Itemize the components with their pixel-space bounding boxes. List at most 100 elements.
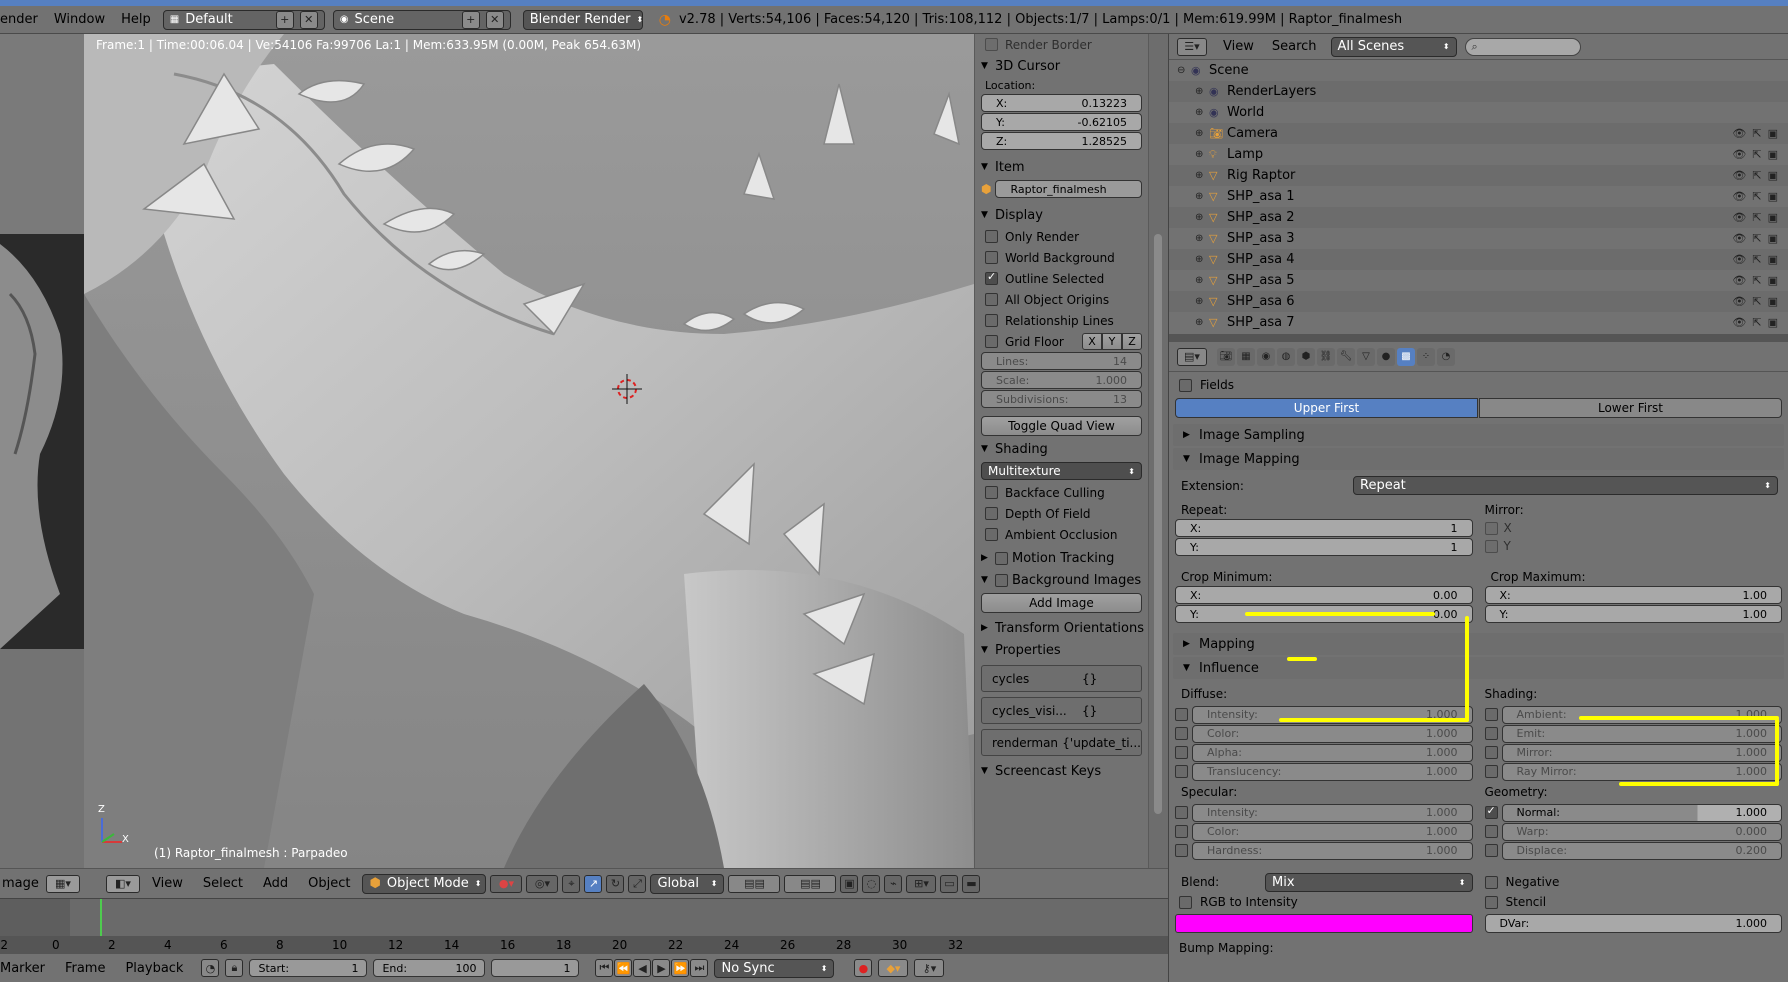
- expand-toggle-icon[interactable]: ⊕: [1195, 212, 1209, 223]
- all-origins-row[interactable]: All Object Origins: [975, 289, 1148, 310]
- editor-type-icon[interactable]: ◧▾: [106, 874, 140, 893]
- restrict-toggle-icon[interactable]: ⇱: [1752, 253, 1761, 266]
- restrict-toggle-icon[interactable]: ▣: [1768, 190, 1778, 203]
- mirror-y-row[interactable]: Y: [1484, 537, 1783, 555]
- 3d-cursor-icon[interactable]: [612, 374, 642, 404]
- blend-dropdown[interactable]: Mix ⬍: [1265, 872, 1473, 892]
- restrict-toggle-icon[interactable]: ⇱: [1752, 190, 1761, 203]
- restrict-toggle-icon[interactable]: ▣: [1768, 211, 1778, 224]
- grid-y-toggle[interactable]: Y: [1102, 333, 1122, 350]
- expand-toggle-icon[interactable]: ⊕: [1195, 275, 1209, 286]
- mirror-x-checkbox[interactable]: [1484, 521, 1498, 535]
- restrict-icons[interactable]: 👁︎ ⇱ ▣: [1732, 274, 1778, 287]
- constraints-tab-icon[interactable]: ⛓: [1317, 347, 1335, 366]
- restrict-toggle-icon[interactable]: 👁︎: [1732, 127, 1746, 140]
- layers-grid-icon[interactable]: ▤▤: [728, 874, 781, 893]
- ray-mirror-checkbox[interactable]: [1484, 765, 1498, 778]
- properties-header[interactable]: ▼ Properties: [975, 639, 1148, 661]
- remove-layout-icon[interactable]: ✕: [299, 10, 318, 29]
- menu-frame[interactable]: Frame: [65, 961, 106, 976]
- cursor-x-field[interactable]: X: 0.13223: [981, 94, 1142, 112]
- restrict-toggle-icon[interactable]: ⇱: [1752, 316, 1761, 329]
- specular-intensity-checkbox[interactable]: [1175, 806, 1188, 819]
- menu-render[interactable]: ender: [0, 12, 46, 27]
- diffuse-alpha-row[interactable]: Alpha: 1.000: [1175, 743, 1473, 762]
- displace-checkbox[interactable]: [1484, 844, 1498, 857]
- jump-end-icon[interactable]: ⏭: [690, 959, 709, 977]
- restrict-toggle-icon[interactable]: ▣: [1768, 127, 1778, 140]
- grid-z-toggle[interactable]: Z: [1122, 333, 1142, 350]
- repeat-x-field[interactable]: X: 1: [1175, 519, 1473, 537]
- mirror-influence-row[interactable]: Mirror: 1.000: [1484, 743, 1782, 762]
- menu-select[interactable]: Select: [195, 876, 251, 891]
- menu-playback[interactable]: Playback: [125, 961, 183, 976]
- outline-selected-checkbox[interactable]: [985, 270, 998, 285]
- current-frame-field[interactable]: 1: [491, 959, 580, 977]
- specular-intensity-row[interactable]: Intensity: 1.000: [1175, 803, 1473, 822]
- expand-toggle-icon[interactable]: ⊕: [1195, 107, 1209, 118]
- outliner-item-name[interactable]: SHP_asa 3: [1227, 231, 1294, 246]
- expand-toggle-icon[interactable]: ⊕: [1195, 170, 1209, 181]
- cursor-z-field[interactable]: Z: 1.28525: [981, 132, 1142, 150]
- expand-toggle-icon[interactable]: ⊕: [1195, 296, 1209, 307]
- remove-scene-icon[interactable]: ✕: [485, 10, 504, 29]
- play-reverse-icon[interactable]: ◀: [633, 959, 652, 977]
- scale-manipulator-icon[interactable]: ⤢: [628, 874, 647, 893]
- outliner-row[interactable]: ⊕ ◉ RenderLayers: [1169, 81, 1788, 102]
- expand-toggle-icon[interactable]: ⊕: [1195, 149, 1209, 160]
- restrict-toggle-icon[interactable]: ⇱: [1752, 169, 1761, 182]
- restrict-toggle-icon[interactable]: ▣: [1768, 148, 1778, 161]
- expand-toggle-icon[interactable]: ⊖: [1177, 65, 1191, 76]
- crop-max-x-field[interactable]: X: 1.00: [1484, 586, 1782, 604]
- add-scene-icon[interactable]: +: [461, 10, 480, 29]
- outliner-row[interactable]: ⊕ ▽ SHP_asa 7 👁︎ ⇱ ▣: [1169, 312, 1788, 333]
- emit-checkbox[interactable]: [1484, 727, 1498, 740]
- restrict-icons[interactable]: 👁︎ ⇱ ▣: [1732, 295, 1778, 308]
- diffuse-intensity-checkbox[interactable]: [1175, 708, 1188, 721]
- outliner-item-name[interactable]: Scene: [1209, 63, 1249, 78]
- dof-row[interactable]: Depth Of Field: [975, 503, 1148, 524]
- outliner-row[interactable]: ⊕ ◉ World: [1169, 102, 1788, 123]
- normal-row[interactable]: Normal: 1.000: [1484, 803, 1782, 822]
- all-origins-checkbox[interactable]: [985, 293, 998, 306]
- outliner-hscroll[interactable]: [1169, 334, 1788, 342]
- object-name-field[interactable]: Raptor_finalmesh: [995, 180, 1142, 198]
- warp-checkbox[interactable]: [1484, 825, 1498, 838]
- outliner-item-name[interactable]: RenderLayers: [1227, 84, 1316, 99]
- pivot-point-icon[interactable]: ◎▾: [526, 874, 559, 893]
- shading-mode-dropdown[interactable]: Multitexture ⬍: [981, 462, 1142, 480]
- motion-tracking-checkbox[interactable]: [995, 551, 1008, 565]
- prop-renderman[interactable]: renderman {'update_ti...: [981, 729, 1142, 756]
- grid-floor-row[interactable]: Grid Floor X Y Z: [975, 331, 1148, 352]
- mirror-x-row[interactable]: X: [1484, 519, 1783, 537]
- image-editor-type-icon[interactable]: ▦▾: [46, 874, 80, 893]
- outliner-row[interactable]: ⊕ ▽ Rig Raptor 👁︎ ⇱ ▣: [1169, 165, 1788, 186]
- diffuse-translucency-checkbox[interactable]: [1175, 765, 1188, 778]
- restrict-toggle-icon[interactable]: ⇱: [1752, 148, 1761, 161]
- negative-checkbox[interactable]: [1484, 875, 1498, 889]
- restrict-toggle-icon[interactable]: 👁︎: [1732, 295, 1746, 308]
- outliner-row[interactable]: ⊖ ◉ Scene: [1169, 60, 1788, 81]
- outliner-item-name[interactable]: Camera: [1227, 126, 1278, 141]
- repeat-y-field[interactable]: Y: 1: [1175, 538, 1473, 556]
- image-mapping-header[interactable]: ▼ Image Mapping: [1173, 448, 1784, 470]
- toggle-quad-view-button[interactable]: Toggle Quad View: [981, 416, 1142, 436]
- world-bg-checkbox[interactable]: [985, 251, 998, 264]
- jump-keyframe-back-icon[interactable]: ⏪: [614, 959, 633, 977]
- orientation-dropdown[interactable]: Global ⬍: [650, 873, 725, 894]
- restrict-toggle-icon[interactable]: ⇱: [1752, 211, 1761, 224]
- restrict-toggle-icon[interactable]: ▣: [1768, 232, 1778, 245]
- backface-row[interactable]: Backface Culling: [975, 482, 1148, 503]
- snap-element-icon[interactable]: ⊞▾: [906, 874, 937, 893]
- outliner-item-name[interactable]: SHP_asa 5: [1227, 273, 1294, 288]
- specular-color-row[interactable]: Color: 1.000: [1175, 822, 1473, 841]
- outliner-row[interactable]: ⊕ ▽ SHP_asa 4 👁︎ ⇱ ▣: [1169, 249, 1788, 270]
- start-frame-field[interactable]: Start: 1: [249, 959, 368, 977]
- object-tab-icon[interactable]: ⬢: [1297, 347, 1315, 366]
- restrict-toggle-icon[interactable]: 👁︎: [1732, 253, 1746, 266]
- restrict-toggle-icon[interactable]: 👁︎: [1732, 316, 1746, 329]
- restrict-toggle-icon[interactable]: 👁︎: [1732, 169, 1746, 182]
- ambient-row[interactable]: Ambient: 1.000: [1484, 705, 1782, 724]
- stencil-row[interactable]: Stencil: [1484, 892, 1783, 912]
- expand-toggle-icon[interactable]: ⊕: [1195, 317, 1209, 328]
